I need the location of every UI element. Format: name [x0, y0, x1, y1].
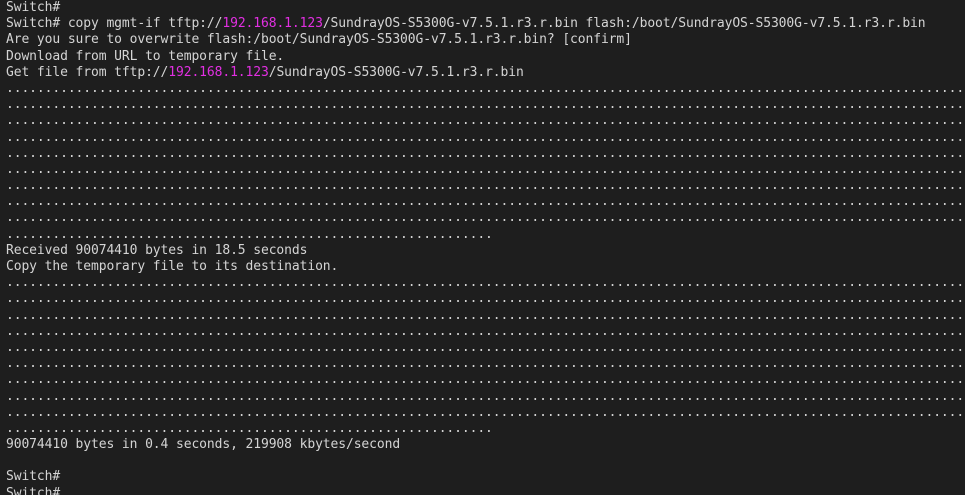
terminal-text: ........................................… — [6, 145, 965, 161]
terminal-text: ........................................… — [6, 339, 965, 355]
terminal-line: ........................................… — [6, 356, 965, 372]
terminal-text: Switch# — [6, 485, 61, 495]
terminal-line: Switch# copy mgmt-if tftp://192.168.1.12… — [6, 16, 965, 32]
terminal-window[interactable]: Switch# Switch# copy mgmt-if tftp://192.1… — [0, 0, 965, 495]
terminal-text: Switch# — [6, 0, 61, 15]
terminal-text: ........................................… — [6, 80, 965, 96]
terminal-line: Copy the temporary file to its destinati… — [6, 259, 965, 275]
terminal-line: Are you sure to overwrite flash:/boot/Su… — [6, 32, 965, 48]
terminal-text: Switch# copy mgmt-if tftp:// — [6, 16, 223, 32]
terminal-text: Copy the temporary file to its destinati… — [6, 259, 339, 274]
terminal-line: ........................................… — [6, 308, 965, 324]
terminal-text: ........................................… — [6, 129, 965, 145]
terminal-line: Switch# — [6, 469, 965, 485]
terminal-line: 90074410 bytes in 0.4 seconds, 219908 kb… — [6, 437, 965, 453]
terminal-text: Received 90074410 bytes in 18.5 seconds — [6, 242, 308, 258]
terminal-text: ........................................… — [6, 404, 965, 420]
terminal-text: ........................................… — [6, 210, 965, 226]
terminal-text: ........................................… — [6, 356, 965, 372]
terminal-text: 90074410 bytes in 0.4 seconds, 219908 kb… — [6, 437, 401, 453]
terminal-line: ........................................… — [6, 372, 965, 388]
terminal-line: Switch# — [6, 486, 965, 495]
terminal-text: ........................................… — [6, 372, 965, 388]
terminal-line: ........................................… — [6, 421, 965, 437]
terminal-line: ........................................… — [6, 324, 965, 340]
terminal-text: ........................................… — [6, 226, 493, 242]
terminal-text: ........................................… — [6, 291, 965, 307]
terminal-text: ........................................… — [6, 194, 965, 210]
terminal-text: ........................................… — [6, 307, 965, 323]
terminal-text: ........................................… — [6, 113, 965, 129]
terminal-line: ........................................… — [6, 97, 965, 113]
ip-address: 192.168.1.123 — [222, 16, 323, 32]
terminal-line: ........................................… — [6, 81, 965, 97]
terminal-line: ........................................… — [6, 194, 965, 210]
terminal-text: ........................................… — [6, 275, 965, 291]
terminal-text: ........................................… — [6, 97, 965, 113]
terminal-line: ........................................… — [6, 178, 965, 194]
terminal-line: ........................................… — [6, 162, 965, 178]
terminal-text: ........................................… — [6, 161, 965, 177]
terminal-line: ........................................… — [6, 275, 965, 291]
ip-address: 192.168.1.123 — [168, 64, 269, 80]
terminal-text: /SundrayOS-S5300G-v7.5.1.r3.r.bin flash:… — [322, 16, 926, 32]
terminal-text: /SundrayOS-S5300G-v7.5.1.r3.r.bin — [268, 64, 524, 80]
terminal-line: Get file from tftp://192.168.1.123/Sundr… — [6, 65, 965, 81]
terminal-text: Get file from tftp:// — [6, 64, 169, 80]
terminal-text: Switch# — [6, 469, 61, 485]
terminal-line: Switch# — [6, 0, 965, 16]
terminal-line: ........................................… — [6, 227, 965, 243]
terminal-text: ........................................… — [6, 178, 965, 194]
terminal-line: ........................................… — [6, 389, 965, 405]
terminal-line: ........................................… — [6, 146, 965, 162]
terminal-line: ........................................… — [6, 291, 965, 307]
terminal-output: Switch# Switch# copy mgmt-if tftp://192.1… — [6, 0, 965, 495]
terminal-line: Received 90074410 bytes in 18.5 seconds — [6, 243, 965, 259]
terminal-text: ........................................… — [6, 420, 493, 436]
terminal-line: ........................................… — [6, 405, 965, 421]
terminal-text: Are you sure to overwrite flash:/boot/Su… — [6, 32, 632, 48]
terminal-text: Download from URL to temporary file. — [6, 48, 285, 64]
terminal-line: ........................................… — [6, 113, 965, 129]
terminal-text: ........................................… — [6, 323, 965, 339]
terminal-line: ........................................… — [6, 340, 965, 356]
terminal-line: ........................................… — [6, 210, 965, 226]
terminal-text: ........................................… — [6, 388, 965, 404]
terminal-line: Download from URL to temporary file. — [6, 49, 965, 65]
terminal-line: ........................................… — [6, 130, 965, 146]
